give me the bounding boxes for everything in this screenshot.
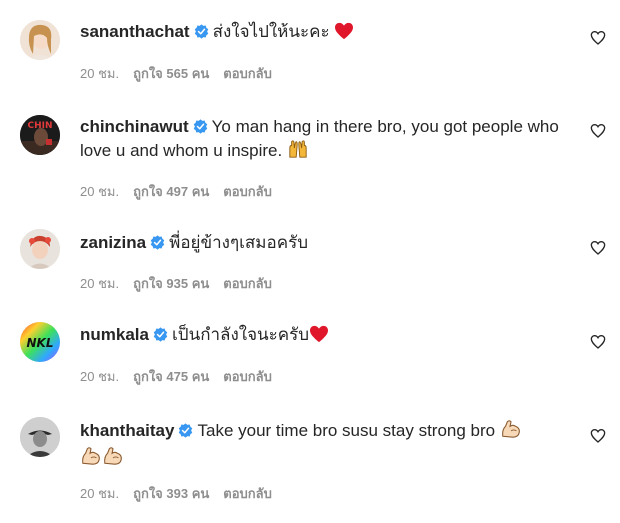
comment-meta: 20 ชม. ถูกใจ 497 คน ตอบกลับ: [80, 184, 286, 200]
avatar[interactable]: [20, 417, 60, 457]
like-heart-button[interactable]: [588, 238, 608, 258]
likes-count-link[interactable]: ถูกใจ 475 คน: [133, 369, 209, 384]
heart-outline-icon: [590, 123, 606, 138]
verified-badge-icon: [193, 117, 208, 134]
red-heart-emoji-icon: [309, 325, 329, 350]
username-link[interactable]: zanizina: [80, 233, 146, 252]
comment-text: เป็นกำลังใจนะครับ: [171, 325, 310, 344]
comment-text: Take your time bro susu stay strong bro: [197, 421, 496, 440]
comment-time: 20 ชม.: [80, 369, 120, 384]
red-heart-emoji-icon: [334, 22, 354, 47]
comment-body: sananthachat ส่งใจไปให้นะคะ: [80, 20, 565, 47]
reply-button[interactable]: ตอบกลับ: [223, 276, 272, 291]
heart-outline-icon: [590, 428, 606, 443]
comment-body: chinchinawut Yo man hang in there bro, yo…: [80, 115, 565, 166]
likes-count-link[interactable]: ถูกใจ 497 คน: [133, 184, 209, 199]
username-link[interactable]: chinchinawut: [80, 117, 189, 136]
avatar[interactable]: NKL: [20, 322, 60, 362]
comment-meta: 20 ชม. ถูกใจ 935 คน ตอบกลับ: [80, 276, 286, 292]
comment-body: zanizina พี่อยู่ข้างๆเสมอครับ: [80, 231, 565, 255]
verified-badge-icon: [194, 22, 209, 39]
likes-count-link[interactable]: ถูกใจ 565 คน: [133, 66, 209, 81]
comment-body: khanthaitay Take your time bro susu stay …: [80, 419, 565, 473]
raising-hands-emoji-icon: [287, 139, 309, 166]
avatar-text: CHIN: [27, 121, 52, 131]
avatar[interactable]: [20, 20, 60, 60]
comment-time: 20 ชม.: [80, 66, 120, 81]
comment-text: ส่งใจไปให้นะคะ: [212, 22, 330, 41]
verified-badge-icon: [178, 421, 193, 438]
comment-body: numkala เป็นกำลังใจนะครับ: [80, 323, 565, 350]
reply-button[interactable]: ตอบกลับ: [223, 184, 272, 199]
heart-outline-icon: [590, 334, 606, 349]
like-heart-button[interactable]: [588, 121, 608, 141]
username-link[interactable]: sananthachat: [80, 22, 190, 41]
comment-time: 20 ชม.: [80, 184, 120, 199]
comment-time: 20 ชม.: [80, 276, 120, 291]
flexed-biceps-emoji-icon: [500, 419, 522, 446]
comment-meta: 20 ชม. ถูกใจ 565 คน ตอบกลับ: [80, 66, 286, 82]
like-heart-button[interactable]: [588, 426, 608, 446]
likes-count-link[interactable]: ถูกใจ 393 คน: [133, 486, 209, 501]
verified-badge-icon: [153, 325, 168, 342]
like-heart-button[interactable]: [588, 332, 608, 352]
comment-text: พี่อยู่ข้างๆเสมอครับ: [169, 233, 308, 252]
heart-outline-icon: [590, 30, 606, 45]
reply-button[interactable]: ตอบกลับ: [223, 486, 272, 501]
avatar[interactable]: [20, 229, 60, 269]
username-link[interactable]: numkala: [80, 325, 149, 344]
avatar[interactable]: CHIN: [20, 115, 60, 155]
like-heart-button[interactable]: [588, 28, 608, 48]
reply-button[interactable]: ตอบกลับ: [223, 369, 272, 384]
likes-count-link[interactable]: ถูกใจ 935 คน: [133, 276, 209, 291]
comment-meta: 20 ชม. ถูกใจ 393 คน ตอบกลับ: [80, 486, 286, 502]
comment-meta: 20 ชม. ถูกใจ 475 คน ตอบกลับ: [80, 369, 286, 385]
reply-button[interactable]: ตอบกลับ: [223, 66, 272, 81]
flexed-biceps-emoji-icon: [80, 446, 102, 473]
heart-outline-icon: [590, 240, 606, 255]
comment-time: 20 ชม.: [80, 486, 120, 501]
flexed-biceps-emoji-icon: [102, 446, 124, 473]
avatar-text: NKL: [27, 336, 54, 350]
verified-badge-icon: [150, 233, 165, 250]
username-link[interactable]: khanthaitay: [80, 421, 174, 440]
